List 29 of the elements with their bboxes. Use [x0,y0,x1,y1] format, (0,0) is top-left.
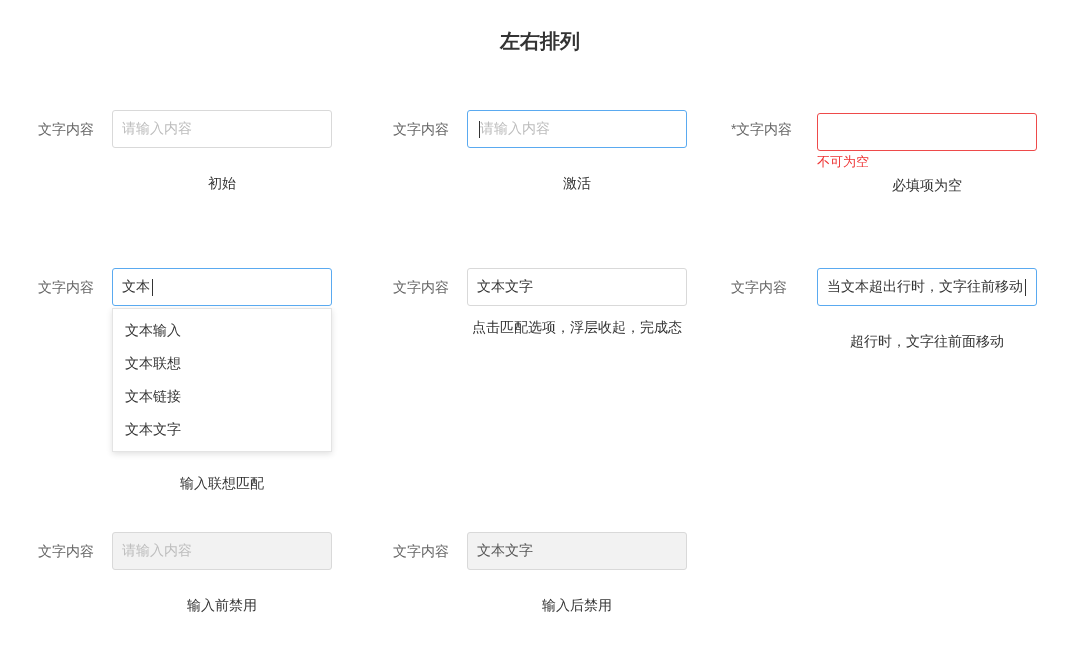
input-field[interactable]: 文本文字 [467,268,687,306]
field-label: 文字内容 [393,542,450,561]
field-label: 文字内容 [38,278,95,297]
suggestion-item[interactable]: 文本联想 [113,347,331,380]
input-field[interactable]: 当文本超出行时，文字往前移动 [817,268,1037,306]
suggestion-item[interactable]: 文本输入 [113,314,331,347]
field-label: 文字内容 [393,120,450,139]
input-field[interactable]: 文本 [112,268,332,306]
input-field[interactable] [817,113,1037,151]
field-label: 文字内容 [393,278,450,297]
field-label: *文字内容 [731,120,794,139]
caption: 超行时，文字往前面移动 [849,332,1005,350]
caption: 初始 [207,174,237,192]
suggestion-item[interactable]: 文本链接 [113,380,331,413]
caption: 点击匹配选项，浮层收起，完成态 [471,318,683,336]
error-message: 不可为空 [817,154,870,170]
field-label: 文字内容 [38,542,95,561]
caption: 激活 [562,174,592,192]
suggestion-item[interactable]: 文本文字 [113,413,331,446]
text-cursor [479,120,480,138]
page-title: 左右排列 [498,29,581,54]
caption: 必填项为空 [891,176,963,194]
field-label: 文字内容 [38,120,95,139]
text-cursor [152,278,153,296]
caption: 输入联想匹配 [179,474,265,492]
field-label: 文字内容 [731,278,788,297]
caption: 输入后禁用 [541,596,613,614]
text-cursor [1025,278,1026,296]
caption: 输入前禁用 [186,596,258,614]
